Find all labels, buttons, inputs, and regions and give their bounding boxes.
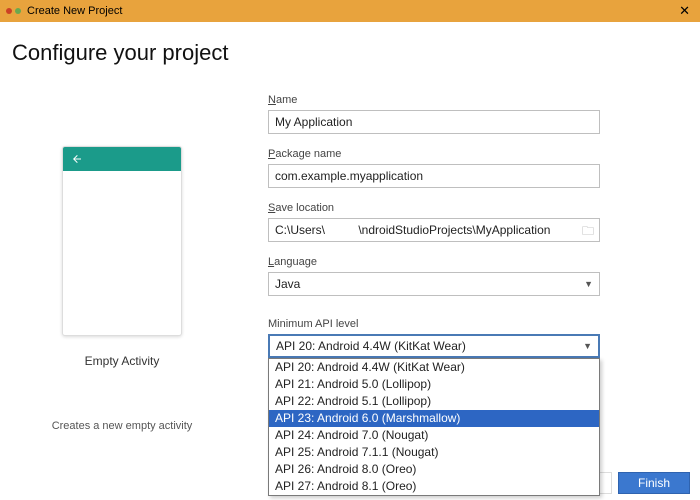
api-option[interactable]: API 22: Android 5.1 (Lollipop) <box>269 393 599 410</box>
window-controls <box>6 8 21 14</box>
api-option[interactable]: API 23: Android 6.0 (Marshmallow) <box>269 410 599 427</box>
save-location-input[interactable] <box>268 218 600 242</box>
language-label: Language <box>268 256 674 268</box>
control-dot <box>6 8 12 14</box>
api-option[interactable]: API 20: Android 4.4W (KitKat Wear) <box>269 359 599 376</box>
control-dot <box>15 8 21 14</box>
api-value: API 20: Android 4.4W (KitKat Wear) <box>276 339 466 353</box>
name-label: Name <box>268 94 674 106</box>
titlebar: Create New Project ✕ <box>0 0 700 22</box>
name-input[interactable] <box>268 110 600 134</box>
api-option[interactable]: API 21: Android 5.0 (Lollipop) <box>269 376 599 393</box>
package-input[interactable] <box>268 164 600 188</box>
close-icon[interactable]: ✕ <box>675 3 694 19</box>
finish-button[interactable]: Finish <box>618 472 690 494</box>
chevron-down-icon: ▼ <box>584 279 593 289</box>
package-label: Package name <box>268 148 674 160</box>
api-option[interactable]: API 26: Android 8.0 (Oreo) <box>269 461 599 478</box>
template-description: Creates a new empty activity <box>52 420 193 432</box>
api-option[interactable]: API 27: Android 8.1 (Oreo) <box>269 478 599 495</box>
preview-appbar <box>63 147 181 171</box>
template-name: Empty Activity <box>85 354 160 368</box>
api-label: Minimum API level <box>268 318 674 330</box>
language-select[interactable]: Java ▼ <box>268 272 600 296</box>
api-option[interactable]: API 24: Android 7.0 (Nougat) <box>269 427 599 444</box>
api-option[interactable]: API 25: Android 7.1.1 (Nougat) <box>269 444 599 461</box>
page-title: Configure your project <box>12 40 674 66</box>
chevron-down-icon: ▼ <box>583 341 592 351</box>
window-title: Create New Project <box>27 5 675 17</box>
api-level-select[interactable]: API 20: Android 4.4W (KitKat Wear) ▼ <box>268 334 600 358</box>
template-preview <box>62 146 182 336</box>
api-dropdown[interactable]: API 20: Android 4.4W (KitKat Wear)API 21… <box>268 358 600 496</box>
save-location-label: Save location <box>268 202 674 214</box>
folder-icon[interactable]: 🗀 <box>582 222 594 243</box>
language-value: Java <box>275 277 300 291</box>
back-arrow-icon <box>71 153 83 165</box>
